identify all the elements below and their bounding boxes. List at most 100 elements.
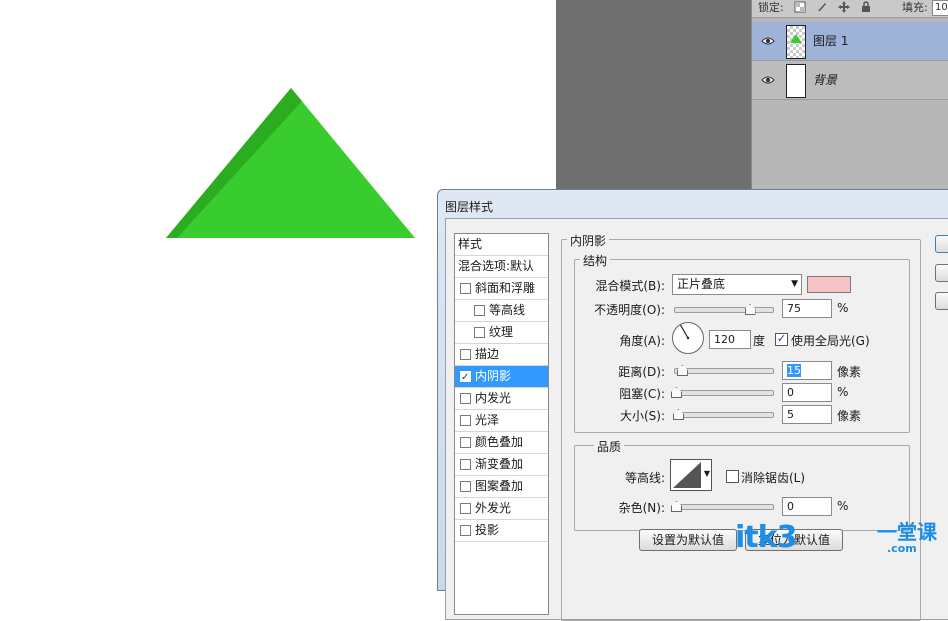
style-item[interactable]: 等高线 [455, 300, 548, 322]
distance-input[interactable]: 15 [782, 361, 832, 380]
style-checkbox[interactable] [460, 525, 471, 536]
style-label: 颜色叠加 [475, 435, 524, 449]
lock-label: 锁定: [758, 1, 784, 14]
section-title: 内阴影 [567, 232, 610, 249]
layer-row-background[interactable]: 背景 [752, 61, 948, 100]
quality-group [574, 445, 910, 531]
watermark-brand: itk3 [735, 520, 797, 555]
style-item[interactable]: 内阴影 [455, 366, 548, 388]
noise-unit: % [837, 499, 849, 513]
style-label: 渐变叠加 [475, 457, 524, 471]
style-label: 纹理 [489, 325, 514, 339]
antialias-checkbox[interactable] [726, 470, 739, 483]
contour-label: 等高线: [624, 471, 665, 485]
watermark-logo: itk3 一堂课 .com [735, 520, 937, 555]
layer-name: 图层 1 [813, 34, 849, 48]
style-label: 内阴影 [475, 369, 512, 383]
style-item[interactable]: 外发光 [455, 498, 548, 520]
global-light-checkbox[interactable]: ✓ [775, 333, 788, 346]
style-item[interactable]: 斜面和浮雕 [455, 278, 548, 300]
style-item[interactable]: 渐变叠加 [455, 454, 548, 476]
chevron-down-icon: ▼ [703, 469, 710, 478]
style-checkbox[interactable] [460, 367, 471, 388]
dialog-title: 图层样式 [445, 200, 494, 214]
lock-move-icon[interactable] [838, 1, 850, 13]
watermark-suffix: .com [887, 542, 917, 555]
global-light-label: 使用全局光(G) [791, 334, 870, 348]
styles-header[interactable]: 样式 [455, 234, 548, 256]
fill-label: 填充: [902, 1, 928, 14]
fill-input[interactable]: 10 [932, 0, 948, 16]
style-item[interactable]: 投影 [455, 520, 548, 542]
style-checkbox[interactable] [460, 393, 471, 404]
style-item[interactable]: 纹理 [455, 322, 548, 344]
opacity-unit: % [837, 301, 849, 315]
contour-preview-icon [673, 462, 701, 488]
angle-dial[interactable] [671, 321, 705, 355]
size-input[interactable]: 5 [782, 405, 832, 424]
noise-input[interactable]: 0 [782, 497, 832, 516]
style-checkbox[interactable] [460, 349, 471, 360]
contour-picker[interactable]: ▼ [670, 459, 712, 491]
style-checkbox[interactable] [460, 415, 471, 426]
ok-button[interactable] [935, 235, 948, 253]
style-checkbox[interactable] [474, 327, 485, 338]
style-label: 描边 [475, 347, 500, 361]
style-label: 外发光 [475, 501, 512, 515]
style-checkbox[interactable] [460, 437, 471, 448]
layer-name: 背景 [813, 73, 838, 87]
angle-label: 角度(A): [619, 334, 665, 348]
opacity-input[interactable]: 75 [782, 299, 832, 318]
style-label: 内发光 [475, 391, 512, 405]
choke-label: 阻塞(C): [619, 387, 665, 401]
distance-unit: 像素 [837, 365, 862, 379]
quality-title: 品质 [594, 438, 625, 455]
make-default-button[interactable]: 设置为默认值 [639, 529, 737, 551]
layer-thumbnail [786, 64, 806, 98]
choke-input[interactable]: 0 [782, 383, 832, 402]
noise-slider[interactable] [671, 501, 774, 512]
style-checkbox[interactable] [460, 503, 471, 514]
dialog-body: 样式 混合选项:默认 斜面和浮雕等高线纹理描边内阴影内发光光泽颜色叠加渐变叠加图… [445, 218, 948, 621]
style-list: 样式 混合选项:默认 斜面和浮雕等高线纹理描边内阴影内发光光泽颜色叠加渐变叠加图… [454, 233, 549, 615]
angle-input[interactable]: 120 [709, 330, 751, 349]
blend-mode-label: 混合模式(B): [595, 279, 665, 293]
style-label: 等高线 [489, 303, 526, 317]
choke-slider[interactable] [671, 387, 774, 398]
opacity-label: 不透明度(O): [594, 303, 665, 317]
style-checkbox[interactable] [460, 481, 471, 492]
style-item[interactable]: 颜色叠加 [455, 432, 548, 454]
visibility-eye-icon[interactable] [761, 34, 775, 48]
lock-brush-icon[interactable] [816, 1, 828, 13]
lock-transparent-icon[interactable] [794, 1, 806, 13]
structure-title: 结构 [580, 252, 611, 269]
style-checkbox[interactable] [460, 283, 471, 294]
blend-mode-select[interactable]: 正片叠底 ▼ [672, 274, 802, 295]
shadow-color-swatch[interactable] [807, 276, 851, 293]
style-checkbox[interactable] [460, 459, 471, 470]
new-style-button[interactable] [935, 292, 948, 310]
noise-label: 杂色(N): [618, 501, 665, 515]
visibility-eye-icon[interactable] [761, 73, 775, 87]
cancel-button[interactable] [935, 264, 948, 282]
layer-style-dialog: 图层样式 样式 混合选项:默认 斜面和浮雕等高线纹理描边内阴影内发光光泽颜色叠加… [437, 189, 948, 621]
distance-slider[interactable] [674, 365, 774, 376]
opacity-slider[interactable] [674, 304, 774, 315]
lock-all-icon[interactable] [860, 1, 872, 13]
choke-unit: % [837, 385, 849, 399]
style-checkbox[interactable] [474, 305, 485, 316]
style-item[interactable]: 内发光 [455, 388, 548, 410]
chevron-down-icon: ▼ [791, 279, 798, 289]
lock-bar: 锁定: 填充: 10 [752, 0, 948, 18]
style-label: 光泽 [475, 413, 500, 427]
antialias-label: 消除锯齿(L) [741, 471, 806, 485]
angle-unit: 度 [753, 334, 766, 348]
layer-row-layer1[interactable]: 图层 1 [752, 22, 948, 61]
style-item[interactable]: 光泽 [455, 410, 548, 432]
style-item[interactable]: 描边 [455, 344, 548, 366]
blending-options-item[interactable]: 混合选项:默认 [455, 256, 548, 278]
style-label: 投影 [475, 523, 500, 537]
style-item[interactable]: 图案叠加 [455, 476, 548, 498]
size-slider[interactable] [672, 409, 774, 420]
style-label: 图案叠加 [475, 479, 524, 493]
